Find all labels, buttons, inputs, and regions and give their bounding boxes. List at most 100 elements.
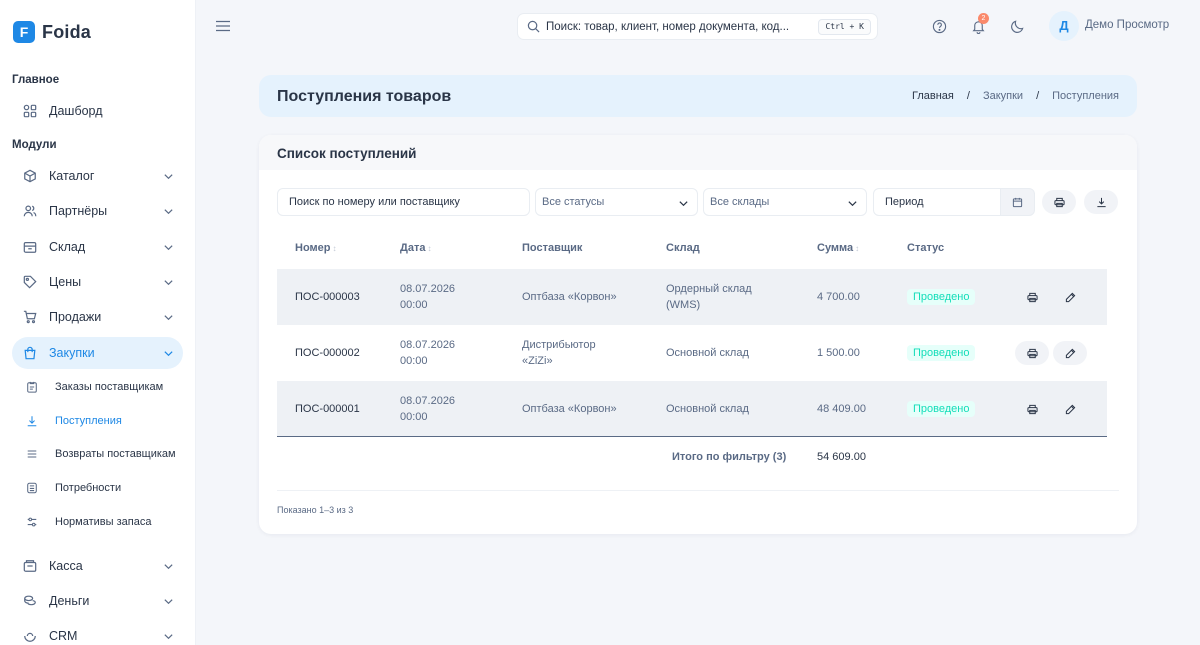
sidebar-item-partners[interactable]: Партнёры (12, 195, 183, 227)
sort-icon: ↕ (427, 243, 432, 253)
warehouse-select[interactable]: Все склады (703, 188, 867, 216)
list-icon (27, 450, 37, 458)
cell-sum: 1 500.00 (817, 347, 860, 359)
column-header-sum[interactable]: Сумма ↕ (817, 242, 859, 254)
sidebar-item-warehouse[interactable]: Склад (12, 231, 183, 263)
table-row[interactable]: ПОС-000003 08.07.2026 00:00 Оптбаза «Кор… (277, 269, 1107, 325)
tag-icon (23, 275, 37, 289)
app-logo[interactable]: F Foida (13, 21, 91, 43)
help-icon[interactable] (932, 19, 947, 34)
crm-icon (24, 632, 36, 642)
cell-warehouse: Основной склад (666, 347, 749, 359)
column-header-status: Статус (907, 242, 944, 254)
sidebar-subitem-needs[interactable]: Потребности (26, 475, 186, 501)
sidebar-item-label: Дашборд (49, 104, 103, 118)
column-header-number[interactable]: Номер ↕ (295, 242, 337, 254)
sidebar-item-label: Каталог (49, 169, 95, 183)
cell-supplier: Дистрибьютор «ZiZi» (522, 339, 596, 367)
cell-supplier: Оптбаза «Корвон» (522, 291, 617, 303)
download-icon (27, 416, 37, 427)
user-name[interactable]: Демо Просмотр (1085, 19, 1169, 31)
sidebar-subitem-label: Поступления (55, 415, 122, 427)
print-row-button[interactable] (1015, 285, 1049, 309)
chevron-down-icon (164, 564, 173, 570)
status-select[interactable]: Все статусы (535, 188, 698, 216)
menu-icon[interactable] (216, 20, 230, 32)
cart-icon (23, 310, 37, 324)
chevron-down-icon (164, 174, 173, 180)
sidebar-item-sales[interactable]: Продажи (12, 301, 183, 333)
download-icon (1096, 197, 1106, 207)
column-label: Поставщик (522, 242, 583, 254)
chevron-down-icon (848, 201, 857, 207)
sidebar-item-purchases[interactable]: Закупки (12, 337, 183, 369)
sidebar-item-label: Касса (49, 559, 83, 573)
pencil-icon (1065, 404, 1075, 414)
filter-search-input[interactable]: Поиск по номеру или поставщику (277, 188, 530, 216)
calendar-icon (1012, 197, 1023, 207)
chevron-down-icon (164, 351, 173, 357)
filter-search-placeholder: Поиск по номеру или поставщику (289, 196, 460, 208)
sidebar-item-cashbox[interactable]: Касса (12, 550, 183, 582)
print-row-button[interactable] (1015, 397, 1049, 421)
cell-number[interactable]: ПОС-000002 (295, 345, 360, 361)
pencil-icon (1065, 292, 1075, 302)
section-title-modules: Модули (12, 139, 57, 151)
print-list-button[interactable] (1042, 190, 1076, 214)
sidebar-item-label: Партнёры (49, 204, 108, 218)
sidebar-item-prices[interactable]: Цены (12, 266, 183, 298)
column-header-date[interactable]: Дата ↕ (400, 242, 431, 254)
cell-supplier: Оптбаза «Корвон» (522, 403, 617, 415)
edit-row-button[interactable] (1053, 341, 1087, 365)
chevron-down-icon (164, 599, 173, 605)
search-placeholder: Поиск: товар, клиент, номер документа, к… (546, 20, 790, 33)
export-button[interactable] (1084, 190, 1118, 214)
breadcrumb-purchases[interactable]: Закупки (983, 90, 1023, 102)
sidebar-item-dashboard[interactable]: Дашборд (12, 95, 183, 127)
sidebar-subitem-supplier-orders[interactable]: Заказы поставщикам (26, 374, 186, 400)
search-icon (527, 20, 540, 33)
table-row[interactable]: ПОС-000002 08.07.2026 00:00 Дистрибьютор… (277, 325, 1107, 381)
sidebar-item-label: Склад (49, 240, 86, 254)
sidebar-subitem-label: Нормативы запаса (55, 516, 152, 528)
sort-icon: ↕ (332, 243, 337, 253)
print-row-button[interactable] (1015, 341, 1049, 365)
global-search[interactable]: Поиск: товар, клиент, номер документа, к… (517, 13, 878, 40)
sidebar-item-label: Деньги (49, 594, 90, 608)
sidebar-item-money[interactable]: Деньги (12, 585, 183, 617)
cell-date: 08.07.2026 (400, 395, 456, 407)
moon-icon[interactable] (1010, 19, 1025, 34)
users-icon (23, 205, 37, 217)
period-input[interactable]: Период (873, 188, 1001, 216)
edit-row-button[interactable] (1053, 397, 1087, 421)
sliders-icon (27, 517, 37, 527)
footer-divider (277, 490, 1119, 491)
cell-number[interactable]: ПОС-000001 (295, 401, 360, 417)
calendar-button[interactable] (1000, 188, 1035, 216)
coins-icon (24, 595, 36, 606)
breadcrumb-home[interactable]: Главная (912, 90, 954, 102)
sidebar-item-crm[interactable]: CRM (12, 620, 183, 645)
cell-number[interactable]: ПОС-000003 (295, 289, 360, 305)
sidebar-subitem-supplier-returns[interactable]: Возвраты поставщикам (26, 441, 186, 467)
edit-row-button[interactable] (1053, 285, 1087, 309)
app-name: Foida (42, 21, 91, 42)
chevron-down-icon (164, 280, 173, 286)
box-icon (23, 242, 37, 253)
clipboard-icon (27, 381, 37, 393)
card-header: Список поступлений (259, 135, 1137, 170)
breadcrumb-separator: / (966, 90, 970, 102)
sort-icon: ↕ (855, 243, 860, 253)
sidebar: F Foida Главное Дашборд Модули Каталог П… (0, 0, 196, 645)
sidebar-item-catalog[interactable]: Каталог (12, 160, 183, 192)
total-value: 54 609.00 (817, 451, 866, 463)
table-row[interactable]: ПОС-000001 08.07.2026 00:00 Оптбаза «Кор… (277, 381, 1107, 437)
avatar[interactable]: Д (1049, 11, 1079, 41)
status-badge: Проведено (907, 345, 976, 361)
pagination-info: Показано 1–3 из 3 (277, 505, 354, 515)
sidebar-subitem-stock-norms[interactable]: Нормативы запаса (26, 509, 186, 535)
sidebar-subitem-label: Возвраты поставщикам (55, 448, 176, 460)
section-title-main: Главное (12, 74, 60, 86)
calculator-icon (27, 482, 37, 494)
sidebar-subitem-receipts[interactable]: Поступления (26, 408, 186, 434)
